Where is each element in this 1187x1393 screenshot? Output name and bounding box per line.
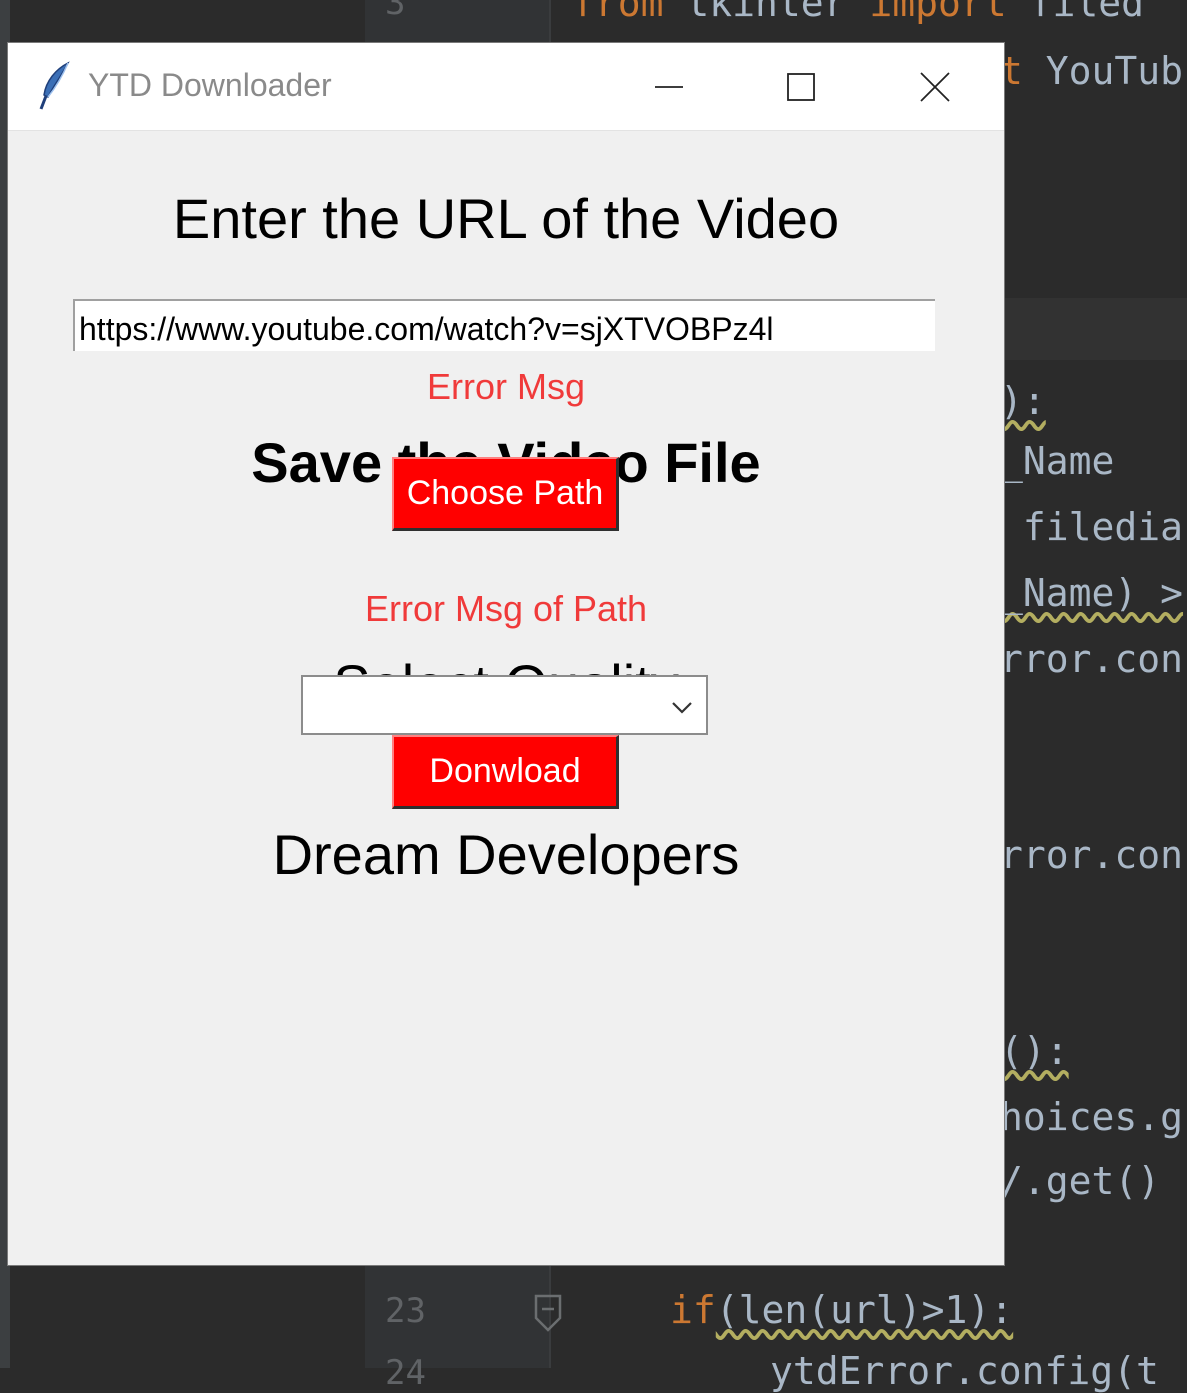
chevron-down-icon (672, 702, 692, 714)
code-line: rror.con (1000, 637, 1184, 681)
minimize-button[interactable] (604, 43, 734, 130)
minimize-icon (655, 86, 683, 88)
code-line: _Name (1000, 439, 1115, 483)
code-line: t YouTub (1000, 49, 1184, 93)
url-heading: Enter the URL of the Video (172, 187, 840, 250)
maximize-button[interactable] (736, 43, 866, 130)
close-icon (920, 72, 950, 102)
line-number: 3 (385, 0, 406, 23)
url-error-label: Error Msg (426, 366, 585, 407)
url-input[interactable] (73, 299, 935, 351)
code-line: hoices.g (1000, 1095, 1184, 1139)
choose-path-button[interactable]: Choose Path (392, 457, 619, 531)
code-line: (): (1000, 1029, 1069, 1073)
code-line: /.get() (1000, 1159, 1161, 1203)
code-line: filedia (1000, 505, 1184, 549)
code-line: _Name) > (1000, 571, 1184, 615)
app-window: YTD Downloader Enter the URL of the Vide… (8, 43, 1004, 1265)
feather-icon (39, 61, 70, 110)
fold-marker-icon[interactable] (533, 1292, 563, 1336)
code-line: from tkinter import filed (572, 0, 1144, 25)
line-number: 24 (385, 1353, 426, 1393)
line-number: 23 (385, 1291, 426, 1331)
window-content: Enter the URL of the Video Error Msg Sav… (8, 130, 1004, 1265)
code-line: if(len(url)>1): (670, 1288, 1014, 1332)
close-button[interactable] (870, 43, 1000, 130)
maximize-icon (787, 73, 815, 101)
quality-select[interactable] (301, 675, 708, 735)
code-line: ): (1000, 379, 1046, 423)
code-line: rror.con (1000, 833, 1184, 877)
window-title: YTD Downloader (88, 67, 332, 103)
path-error-label: Error Msg of Path (364, 588, 648, 629)
download-button[interactable]: Donwload (392, 735, 619, 809)
title-bar[interactable]: YTD Downloader (8, 43, 1004, 131)
ide-highlight-band (1000, 298, 1187, 360)
credit-label: Dream Developers (272, 823, 740, 886)
code-line: ytdError.config(t (770, 1349, 1159, 1393)
